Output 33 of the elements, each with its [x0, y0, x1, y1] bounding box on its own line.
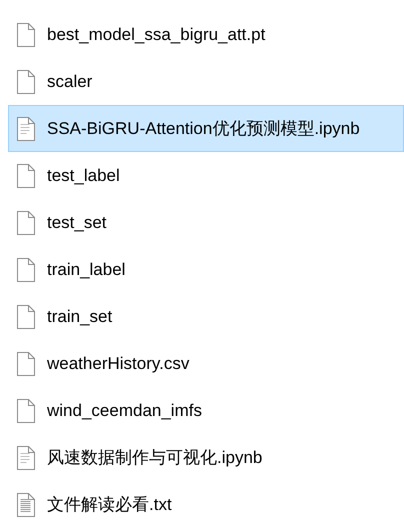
- document-icon: [17, 210, 35, 234]
- file-name: best_model_ssa_bigru_att.pt: [47, 24, 266, 46]
- file-row[interactable]: scaler: [8, 58, 404, 105]
- document-icon: [17, 22, 35, 46]
- file-name: 风速数据制作与可视化.ipynb: [47, 446, 262, 469]
- file-row[interactable]: best_model_ssa_bigru_att.pt: [8, 11, 404, 58]
- file-name: 文件解读必看.txt: [47, 494, 172, 516]
- file-name: SSA-BiGRU-Attention优化预测模型.ipynb: [47, 118, 360, 140]
- document-icon: [17, 352, 35, 376]
- file-name: train_set: [47, 306, 112, 328]
- file-name: train_label: [47, 258, 126, 281]
- file-row[interactable]: weatherHistory.csv: [8, 340, 404, 387]
- file-row[interactable]: train_label: [8, 246, 404, 293]
- file-name: test_set: [47, 212, 107, 234]
- file-row[interactable]: wind_ceemdan_imfs: [8, 387, 404, 434]
- file-name: scaler: [47, 70, 92, 93]
- file-row[interactable]: train_set: [8, 293, 404, 340]
- document-icon: [17, 70, 35, 94]
- document-icon: [17, 116, 35, 140]
- document-icon: [17, 446, 35, 470]
- document-icon: [17, 398, 35, 422]
- file-row[interactable]: SSA-BiGRU-Attention优化预测模型.ipynb: [8, 105, 404, 152]
- file-name: wind_ceemdan_imfs: [47, 400, 202, 422]
- file-row[interactable]: 风速数据制作与可视化.ipynb: [8, 434, 404, 481]
- file-name: test_label: [47, 164, 120, 187]
- file-name: weatherHistory.csv: [47, 352, 190, 375]
- document-icon: [17, 164, 35, 188]
- document-icon: [17, 304, 35, 328]
- file-row[interactable]: test_set: [8, 199, 404, 246]
- file-row[interactable]: test_label: [8, 152, 404, 199]
- document-icon: [17, 492, 35, 516]
- file-row[interactable]: 文件解读必看.txt: [8, 481, 404, 523]
- document-icon: [17, 258, 35, 282]
